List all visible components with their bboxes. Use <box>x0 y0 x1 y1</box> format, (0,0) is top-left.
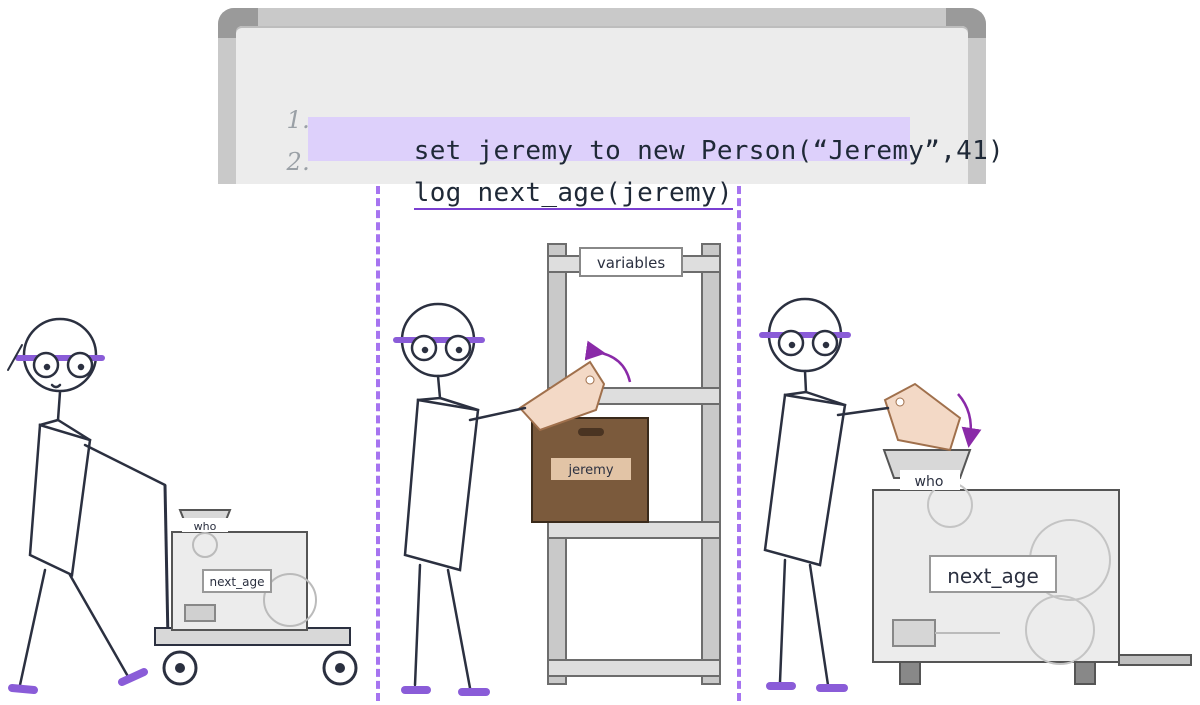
large-hopper-label: who <box>915 474 944 490</box>
scientist-right <box>759 297 890 692</box>
illustration-scene: who next_age variables jeremy who next_a… <box>7 243 1192 696</box>
large-machine-label: next_age <box>947 564 1039 588</box>
box-label: jeremy <box>567 463 613 478</box>
name-tag-right <box>883 382 982 452</box>
scientist-middle <box>393 302 527 696</box>
shelf-sign: variables <box>597 254 666 272</box>
small-machine-label: next_age <box>210 575 265 589</box>
scientist-walking <box>7 317 167 694</box>
small-hopper-label: who <box>194 520 217 533</box>
